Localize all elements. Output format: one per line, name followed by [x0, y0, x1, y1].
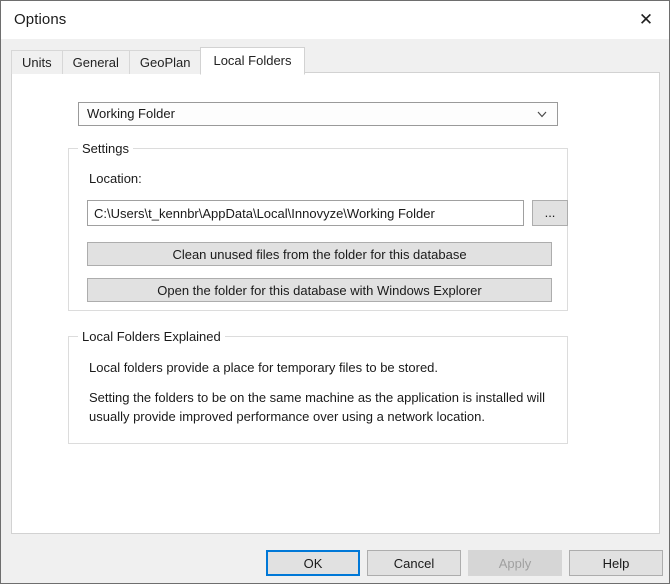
tab-geoplan[interactable]: GeoPlan: [128, 50, 202, 74]
title-bar: Options ✕: [1, 1, 669, 39]
settings-legend: Settings: [78, 141, 133, 156]
close-icon: ✕: [638, 9, 654, 30]
location-label: Location:: [89, 171, 142, 186]
folder-type-value: Working Folder: [87, 106, 175, 121]
chevron-down-icon: [535, 107, 549, 121]
explained-paragraph-1: Local folders provide a place for tempor…: [89, 360, 439, 375]
local-folders-explained-groupbox: Local Folders Explained Local folders pr…: [68, 329, 568, 444]
tab-strip: Units General GeoPlan Local Folders: [11, 47, 305, 75]
tab-local-folders[interactable]: Local Folders: [200, 47, 305, 75]
folder-type-dropdown[interactable]: Working Folder: [78, 102, 558, 126]
tab-panel-local-folders: Working Folder Settings Location: ... Cl…: [11, 72, 660, 534]
clean-unused-files-button[interactable]: Clean unused files from the folder for t…: [87, 242, 552, 266]
location-path-input[interactable]: [87, 200, 524, 226]
tab-general[interactable]: General: [61, 50, 130, 74]
close-button[interactable]: ✕: [623, 1, 669, 39]
ok-button[interactable]: OK: [266, 550, 360, 576]
help-button[interactable]: Help: [569, 550, 663, 576]
open-folder-explorer-button[interactable]: Open the folder for this database with W…: [87, 278, 552, 302]
explained-paragraph-2: Setting the folders to be on the same ma…: [89, 390, 545, 424]
tab-units[interactable]: Units: [11, 50, 63, 74]
explained-legend: Local Folders Explained: [78, 329, 225, 344]
cancel-button[interactable]: Cancel: [367, 550, 461, 576]
window-title: Options: [14, 11, 67, 28]
browse-folder-button[interactable]: ...: [532, 200, 568, 226]
apply-button: Apply: [468, 550, 562, 576]
settings-groupbox: Settings Location: ... Clean unused file…: [68, 141, 568, 311]
options-dialog: Options ✕ Units General GeoPlan Local Fo…: [0, 0, 670, 584]
